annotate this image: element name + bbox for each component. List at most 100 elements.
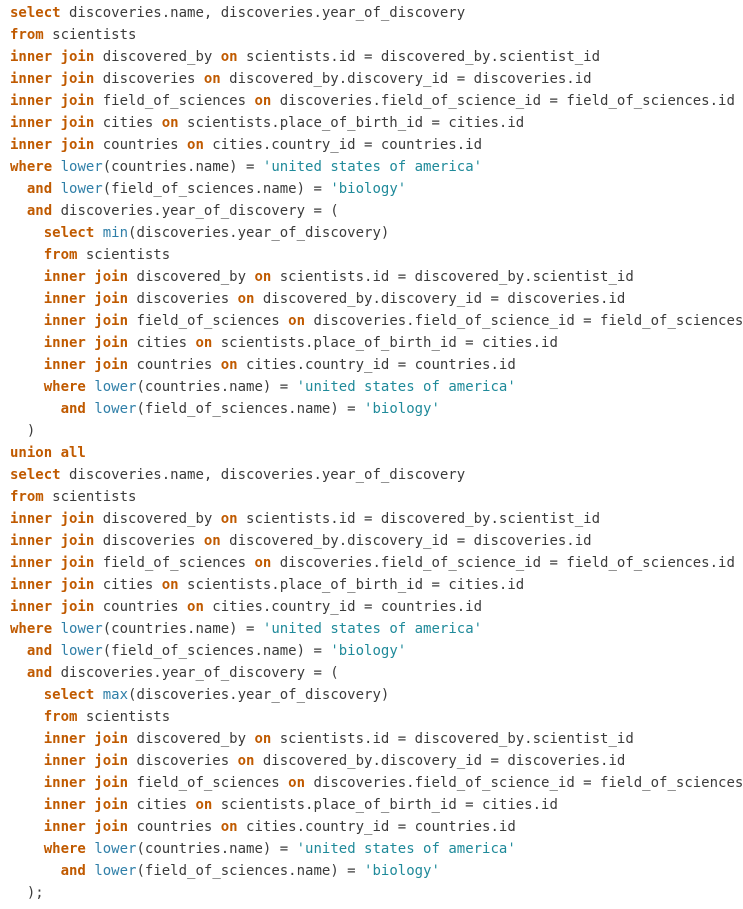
sql-string: 'united states of america' [262,159,483,175]
sql-string: 'united states of america' [262,621,483,637]
sql-string: 'united states of america' [296,379,516,395]
sql-keyword: inner join [43,291,129,307]
sql-keyword: and [26,181,53,197]
sql-keyword: inner join [10,577,95,593]
sql-keyword: inner join [43,775,129,791]
sql-text: (field_of_sciences.name) = [102,643,331,659]
sql-keyword: on [237,753,255,769]
sql-keyword: on [288,775,306,791]
sql-function: lower [94,863,137,879]
code-line: inner join discoveries on discovered_by.… [0,288,743,310]
sql-keyword: inner join [10,599,95,615]
sql-text: field_of_sciences [94,555,255,571]
sql-text: scientists.place_of_birth_id = cities.id [212,335,558,351]
sql-text: scientists.id = discovered_by.scientist_… [237,49,601,65]
code-line: inner join field_of_sciences on discover… [0,772,743,794]
sql-keyword: on [220,819,238,835]
sql-function: lower [60,621,103,637]
sql-keyword: on [254,93,272,109]
code-line: inner join field_of_sciences on discover… [0,90,743,112]
code-line: inner join cities on scientists.place_of… [0,794,743,816]
code-line: inner join discoveries on discovered_by.… [0,750,743,772]
sql-function: lower [94,401,137,417]
sql-keyword: on [195,797,213,813]
sql-keyword: select [43,225,95,241]
sql-keyword: on [187,599,204,615]
sql-text: cities [128,335,196,351]
sql-text: cities.country_id = countries.id [203,137,483,153]
sql-keyword: inner join [43,753,129,769]
sql-string: 'biology' [364,401,440,417]
sql-text: discoveries.field_of_science_id = field_… [305,313,743,329]
sql-text: ) [10,423,36,439]
sql-text: cities [94,115,162,131]
sql-text: (discoveries.year_of_discovery) [128,225,390,241]
sql-keyword: union all [10,445,86,461]
sql-text: discoveries.name, discoveries.year_of_di… [60,467,466,483]
code-line: inner join cities on scientists.place_of… [0,332,743,354]
sql-keyword: on [220,357,238,373]
sql-keyword: inner join [10,555,95,571]
sql-keyword: and [60,863,86,879]
sql-text: discoveries [128,753,238,769]
sql-text: (discoveries.year_of_discovery) [128,687,390,703]
sql-function: max [102,687,129,703]
sql-keyword: and [26,203,53,219]
sql-text: cities [128,797,196,813]
code-line: inner join cities on scientists.place_of… [0,574,743,596]
code-line: where lower(countries.name) = 'united st… [0,156,743,178]
sql-keyword: on [220,49,238,65]
sql-keyword: on [237,291,255,307]
sql-function: lower [60,643,103,659]
sql-keyword: inner join [43,731,129,747]
sql-text: countries [94,599,188,615]
sql-function: lower [60,159,103,175]
sql-text: cities [94,577,162,593]
sql-keyword: and [26,665,53,681]
sql-string: 'biology' [330,181,407,197]
sql-keyword: select [10,5,61,21]
code-line: select discoveries.name, discoveries.yea… [0,464,743,486]
sql-text: field_of_sciences [94,93,255,109]
sql-keyword: inner join [10,533,95,549]
sql-keyword: inner join [10,49,95,65]
sql-text: scientists.id = discovered_by.scientist_… [237,511,601,527]
sql-keyword: on [161,115,179,131]
code-line: and lower(field_of_sciences.name) = 'bio… [0,860,743,882]
sql-text: scientists [43,27,137,43]
code-line: and discoveries.year_of_discovery = ( [0,200,743,222]
sql-text: (field_of_sciences.name) = [136,401,365,417]
sql-text: discoveries.field_of_science_id = field_… [271,555,735,571]
sql-keyword: inner join [10,71,95,87]
sql-keyword: where [10,621,53,637]
sql-text: discovered_by.discovery_id = discoveries… [254,753,626,769]
sql-keyword: on [288,313,306,329]
code-line: inner join discovered_by on scientists.i… [0,728,743,750]
sql-keyword: inner join [43,357,129,373]
sql-text: scientists [43,489,137,505]
code-line: inner join discovered_by on scientists.i… [0,508,743,530]
code-line: inner join field_of_sciences on discover… [0,552,743,574]
sql-string: 'united states of america' [296,841,516,857]
sql-text: scientists [77,247,171,263]
sql-text: scientists [77,709,171,725]
sql-keyword: inner join [43,313,129,329]
